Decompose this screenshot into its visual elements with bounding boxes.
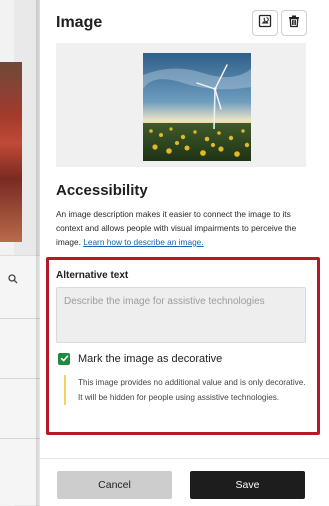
alt-text-field[interactable] [56, 287, 306, 343]
accessibility-description: An image description makes it easier to … [56, 207, 311, 249]
background-photo [0, 62, 22, 242]
background-divider [0, 378, 40, 379]
highlight-frame [46, 257, 320, 435]
panel-title: Image [56, 14, 103, 31]
background-divider [0, 318, 40, 319]
search-icon [8, 272, 18, 287]
background-app [0, 0, 40, 506]
panel-footer: Cancel Save [40, 458, 329, 506]
decorative-label: Mark the image as decorative [78, 353, 223, 365]
cancel-button[interactable]: Cancel [57, 471, 172, 499]
learn-describe-image-link[interactable]: Learn how to describe an image. [83, 237, 203, 247]
decorative-note: This image provides no additional value … [64, 375, 310, 405]
decorative-checkbox[interactable] [58, 353, 70, 365]
image-replace-icon [258, 14, 272, 33]
replace-image-button[interactable] [252, 10, 278, 36]
background-card [0, 255, 40, 505]
trash-icon [287, 14, 301, 33]
checkmark-icon [60, 350, 69, 368]
save-button[interactable]: Save [190, 471, 305, 499]
image-settings-panel: Image Accessibility An image description… [40, 0, 329, 506]
delete-image-button[interactable] [281, 10, 307, 36]
decorative-checkbox-row[interactable]: Mark the image as decorative [58, 353, 222, 365]
background-divider [0, 438, 40, 439]
accessibility-heading: Accessibility [56, 182, 148, 199]
wind-turbine-photo [143, 53, 251, 161]
image-preview [56, 43, 306, 167]
alt-text-label: Alternative text [56, 270, 129, 281]
panel-content: Image Accessibility An image description… [40, 0, 329, 456]
